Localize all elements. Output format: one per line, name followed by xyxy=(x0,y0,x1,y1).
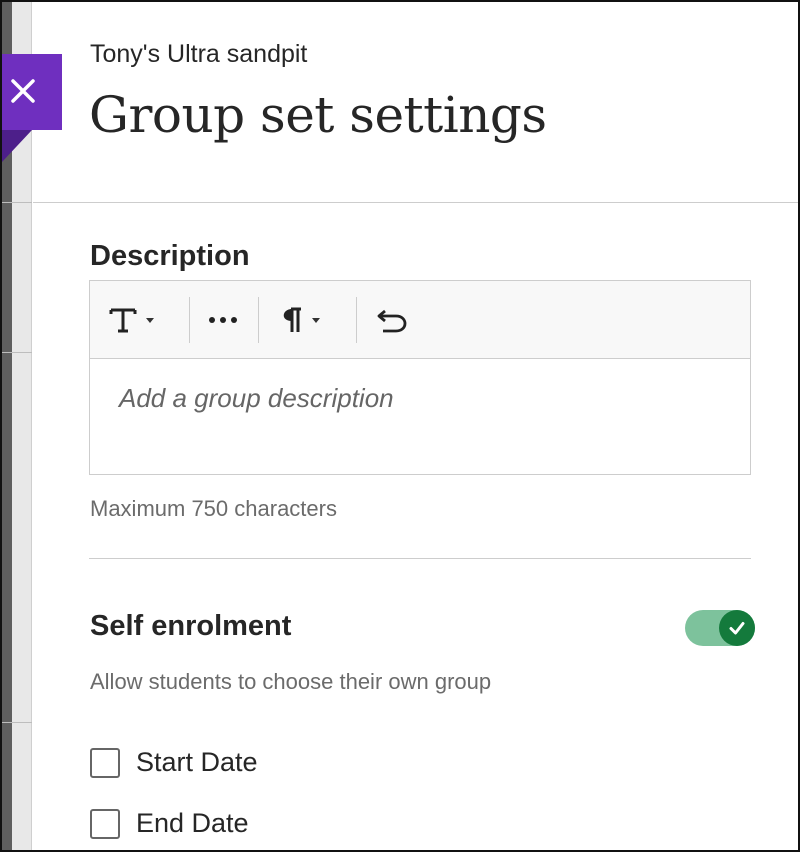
toolbar-separator xyxy=(356,297,357,343)
description-input[interactable]: Add a group description xyxy=(90,359,750,474)
description-character-limit: Maximum 750 characters xyxy=(90,496,337,521)
toolbar-separator xyxy=(189,297,190,343)
end-date-checkbox[interactable] xyxy=(90,808,120,839)
close-panel-button[interactable] xyxy=(2,54,62,162)
description-editor: Add a group description xyxy=(89,280,751,475)
undo-icon xyxy=(377,309,407,333)
chevron-down-icon xyxy=(312,317,320,323)
chevron-down-icon xyxy=(146,317,154,323)
self-enrolment-description: Allow students to choose their own group xyxy=(90,669,492,694)
self-enrolment-toggle[interactable] xyxy=(685,610,755,646)
toggle-knob xyxy=(719,610,755,646)
screenshot-frame: Tony's Ultra sandpit Group set settings … xyxy=(0,0,800,852)
text-format-icon xyxy=(109,308,137,333)
page-title: Group set settings xyxy=(89,86,547,144)
end-date-label: End Date xyxy=(136,808,249,838)
self-enrolment-label: Self enrolment xyxy=(90,610,292,642)
close-tab-fold xyxy=(2,130,32,162)
checkmark-icon xyxy=(729,622,745,635)
course-name: Tony's Ultra sandpit xyxy=(90,40,308,68)
section-divider xyxy=(89,558,751,559)
start-date-option[interactable]: Start Date xyxy=(90,747,258,778)
end-date-option[interactable]: End Date xyxy=(90,808,249,839)
paragraph-icon xyxy=(283,307,301,332)
text-format-button[interactable] xyxy=(108,297,154,343)
more-options-button[interactable] xyxy=(206,297,242,343)
background-divider xyxy=(2,722,32,723)
editor-toolbar xyxy=(90,281,750,359)
more-options-icon xyxy=(209,317,237,323)
start-date-label: Start Date xyxy=(136,747,258,777)
paragraph-button[interactable] xyxy=(278,297,320,343)
undo-button[interactable] xyxy=(375,297,409,343)
background-divider xyxy=(2,202,32,203)
description-placeholder: Add a group description xyxy=(119,383,394,413)
close-icon xyxy=(11,79,35,103)
toolbar-separator xyxy=(258,297,259,343)
background-divider xyxy=(2,352,32,353)
start-date-checkbox[interactable] xyxy=(90,747,120,778)
description-label: Description xyxy=(90,240,250,272)
header-divider xyxy=(33,202,798,203)
group-set-settings-panel: Tony's Ultra sandpit Group set settings … xyxy=(33,2,798,850)
